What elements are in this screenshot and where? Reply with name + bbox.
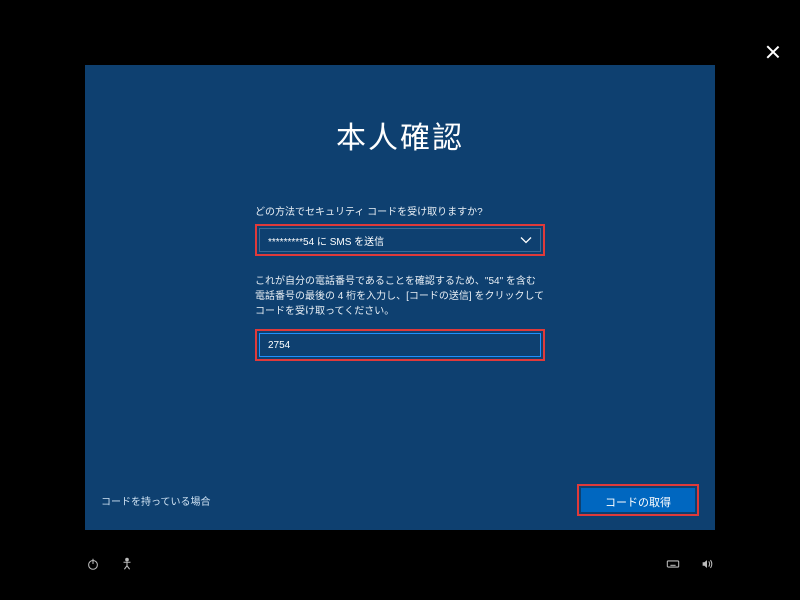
method-prompt-label: どの方法でセキュリティ コードを受け取りますか? xyxy=(255,203,545,218)
system-bar-left xyxy=(85,556,135,572)
phone-last4-input[interactable] xyxy=(259,333,541,357)
chevron-down-icon xyxy=(520,236,532,244)
verification-method-dropdown[interactable]: *********54 に SMS を送信 xyxy=(259,228,541,252)
power-icon[interactable] xyxy=(85,556,101,572)
keyboard-icon[interactable] xyxy=(665,556,681,572)
system-bar xyxy=(85,556,715,572)
dialog-footer: コードを持っている場合 コードの取得 xyxy=(101,484,699,516)
accessibility-icon[interactable] xyxy=(119,556,135,572)
identity-verification-dialog: 本人確認 どの方法でセキュリティ コードを受け取りますか? *********5… xyxy=(85,65,715,530)
system-bar-right xyxy=(665,556,715,572)
dialog-title: 本人確認 xyxy=(85,113,715,157)
have-code-link[interactable]: コードを持っている場合 xyxy=(101,493,211,508)
volume-icon[interactable] xyxy=(699,556,715,572)
button-highlight: コードの取得 xyxy=(577,484,699,516)
close-button[interactable] xyxy=(766,45,780,59)
dialog-content: どの方法でセキュリティ コードを受け取りますか? *********54 に S… xyxy=(255,203,545,361)
get-code-button[interactable]: コードの取得 xyxy=(581,488,695,512)
input-highlight xyxy=(255,329,545,361)
dropdown-selected-value: *********54 に SMS を送信 xyxy=(268,233,384,248)
instruction-text: これが自分の電話番号であることを確認するため、"54" を含む電話番号の最後の … xyxy=(255,274,545,319)
dropdown-highlight: *********54 に SMS を送信 xyxy=(255,224,545,256)
